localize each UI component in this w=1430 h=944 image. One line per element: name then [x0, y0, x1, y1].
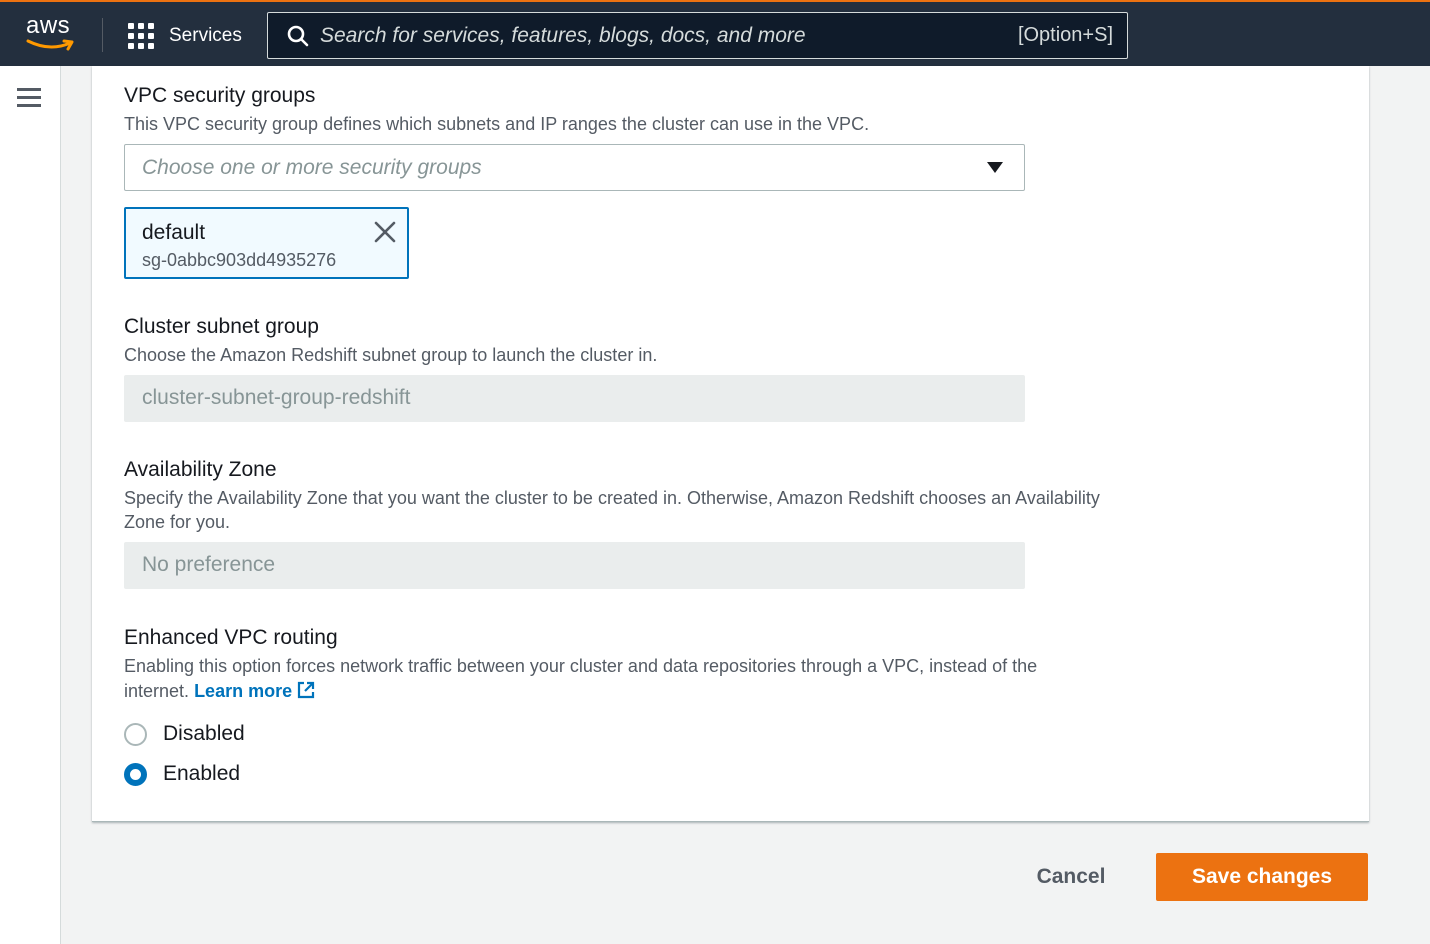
enhanced-vpc-description-tail: internet.: [124, 681, 190, 701]
subnet-group-value: cluster-subnet-group-redshift: [142, 386, 411, 409]
external-link-icon: [298, 681, 315, 699]
security-groups-description: This VPC security group defines which su…: [124, 114, 870, 134]
learn-more-link[interactable]: Learn more: [194, 681, 316, 701]
aws-logo-text: aws: [26, 12, 71, 39]
services-menu-button[interactable]: Services: [128, 22, 242, 50]
close-icon[interactable]: [373, 220, 397, 244]
app-grid-icon: [128, 23, 154, 49]
side-navigation: [0, 66, 61, 944]
menu-icon[interactable]: [17, 88, 41, 108]
security-groups-label: VPC security groups: [124, 84, 316, 107]
radio-button-unchecked[interactable]: [124, 722, 147, 746]
radio-button-checked[interactable]: [124, 762, 147, 786]
learn-more-label: Learn more: [194, 681, 293, 701]
availability-zone-description-line1: Specify the Availability Zone that you w…: [124, 488, 1100, 508]
subnet-group-description: Choose the Amazon Redshift subnet group …: [124, 345, 658, 365]
availability-zone-label: Availability Zone: [124, 458, 277, 481]
subnet-group-field: cluster-subnet-group-redshift: [124, 375, 1025, 422]
nav-divider: [102, 18, 103, 52]
enhanced-vpc-description-line1: Enabling this option forces network traf…: [124, 656, 1038, 676]
subnet-group-label: Cluster subnet group: [124, 315, 319, 338]
security-groups-placeholder: Choose one or more security groups: [142, 156, 482, 179]
radio-enabled-label: Enabled: [163, 762, 241, 785]
search-shortcut-hint: [Option+S]: [1017, 24, 1113, 46]
radio-disabled-label: Disabled: [163, 722, 245, 745]
caret-down-icon: [987, 162, 1003, 173]
aws-logo[interactable]: aws: [26, 12, 78, 52]
availability-zone-description-line2: Zone for you.: [124, 512, 231, 532]
services-label: Services: [169, 25, 242, 46]
availability-zone-value: No preference: [142, 553, 276, 576]
cancel-button[interactable]: Cancel: [1018, 853, 1124, 901]
enhanced-vpc-description-line2: internet. Learn more: [124, 679, 316, 704]
availability-zone-field: No preference: [124, 542, 1025, 589]
enhanced-vpc-label: Enhanced VPC routing: [124, 626, 338, 649]
search-input[interactable]: [320, 23, 960, 49]
radio-disabled[interactable]: Disabled: [124, 721, 245, 747]
aws-smile-icon: [26, 39, 74, 51]
security-group-id: sg-0abbc903dd4935276: [142, 250, 337, 270]
save-changes-button[interactable]: Save changes: [1156, 853, 1368, 901]
security-groups-select[interactable]: Choose one or more security groups: [124, 144, 1025, 191]
top-navigation-bar: aws Services [Option+S]: [0, 0, 1430, 66]
global-search[interactable]: [Option+S]: [267, 12, 1128, 59]
search-icon: [287, 25, 309, 47]
security-group-token: default sg-0abbc903dd4935276: [124, 207, 409, 279]
security-group-name: default: [142, 221, 206, 244]
radio-enabled[interactable]: Enabled: [124, 761, 240, 787]
